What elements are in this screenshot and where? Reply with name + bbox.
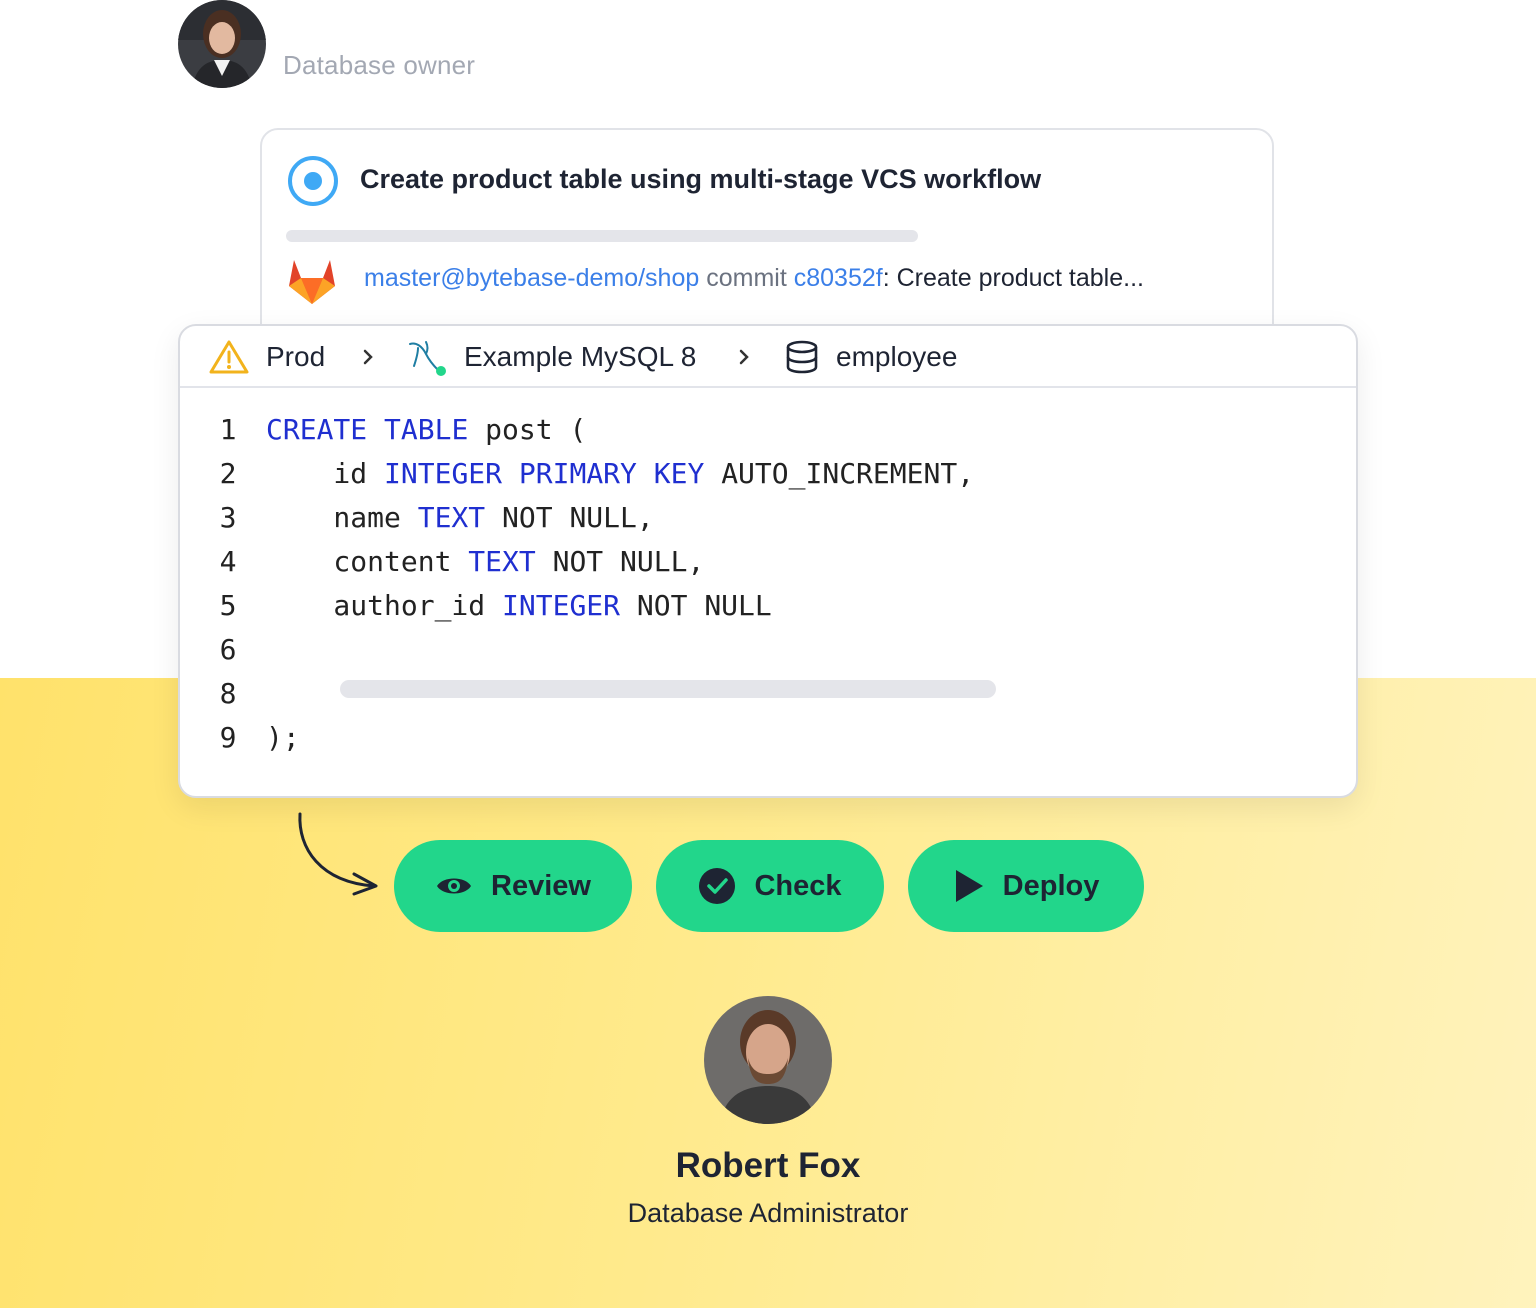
sql-keyword: INTEGER	[384, 457, 503, 490]
owner-avatar-image	[178, 0, 266, 88]
code-text: author_id INTEGER NOT NULL	[266, 584, 772, 628]
sql-keyword: TABLE	[384, 413, 469, 446]
line-number: 2	[219, 457, 237, 490]
line-number: 3	[219, 501, 237, 534]
issue-title[interactable]: Create product table using multi-stage V…	[360, 164, 1041, 195]
owner-label: Database owner	[283, 50, 476, 80]
breadcrumb-instance-label: Example MySQL 8	[464, 341, 697, 372]
commit-word: commit	[706, 264, 787, 292]
check-button-label: Check	[754, 869, 842, 902]
chevron-right-icon	[734, 326, 754, 388]
sql-token: content	[266, 545, 469, 578]
database-icon	[786, 340, 818, 374]
sql-keyword: INTEGER	[502, 589, 621, 622]
breadcrumb-environment[interactable]: Prod	[208, 326, 325, 388]
check-button[interactable]: Check	[656, 840, 884, 932]
deploy-button[interactable]: Deploy	[908, 840, 1144, 932]
commit-message: : Create product table...	[882, 264, 1144, 292]
line-number: 1	[219, 413, 237, 446]
commit-hash-link[interactable]: c80352f	[794, 264, 883, 292]
breadcrumb-environment-label: Prod	[266, 341, 326, 372]
sql-token: id	[266, 457, 385, 490]
check-circle-icon	[699, 868, 736, 904]
sql-keyword: PRIMARY	[518, 457, 637, 490]
sql-token: author_id	[266, 589, 503, 622]
issue-description-placeholder	[286, 230, 918, 242]
admin-role: Database Administrator	[627, 1198, 909, 1228]
sql-keyword: CREATE	[266, 413, 368, 446]
breadcrumb-database[interactable]: employee	[784, 326, 957, 388]
admin-name: Robert Fox	[675, 1146, 861, 1185]
chevron-right-icon	[358, 326, 378, 388]
sql-token: post (	[468, 413, 587, 446]
breadcrumb-database-label: employee	[836, 341, 958, 372]
admin-avatar-image	[704, 996, 832, 1124]
line-number: 8	[219, 677, 237, 710]
status-in-progress-icon	[288, 156, 338, 206]
code-text: );	[266, 716, 300, 760]
sql-token: name	[266, 501, 418, 534]
code-text: CREATE TABLE post (	[266, 408, 586, 452]
line-number: 5	[219, 589, 237, 622]
owner-avatar	[178, 0, 266, 88]
breadcrumb-instance[interactable]: Example MySQL 8	[406, 326, 696, 388]
play-icon	[955, 870, 983, 902]
code-text: id INTEGER PRIMARY KEY AUTO_INCREMENT,	[266, 452, 974, 496]
code-text: name TEXT NOT NULL,	[266, 496, 654, 540]
line-number: 9	[219, 721, 237, 754]
eye-icon	[437, 878, 472, 894]
sql-keyword: TEXT	[417, 501, 486, 534]
code-placeholder	[340, 680, 996, 698]
review-button-label: Review	[491, 869, 591, 902]
curved-arrow-icon	[298, 812, 378, 896]
sql-editor-card: Prod Example MySQL 8 employee 1 CREATE TA…	[178, 324, 1358, 798]
warning-icon	[209, 340, 249, 374]
deploy-button-label: Deploy	[1002, 869, 1100, 902]
admin-avatar	[704, 996, 832, 1124]
code-text: content TEXT NOT NULL,	[266, 540, 704, 584]
breadcrumb: Prod Example MySQL 8 employee	[180, 326, 1356, 388]
line-number: 4	[219, 545, 237, 578]
sql-token: NOT NULL,	[485, 501, 654, 534]
line-number: 6	[219, 633, 237, 666]
review-button[interactable]: Review	[394, 840, 632, 932]
sql-token: NOT NULL	[620, 589, 772, 622]
commit-info: master@bytebase-demo/shop commit c80352f…	[364, 264, 1144, 293]
sql-token: AUTO_INCREMENT,	[704, 457, 975, 490]
sql-keyword: TEXT	[468, 545, 536, 578]
sql-token: NOT NULL,	[535, 545, 705, 578]
commit-branch-link[interactable]: master@bytebase-demo/shop	[364, 264, 699, 292]
gitlab-icon	[289, 260, 335, 304]
mysql-icon	[409, 341, 446, 376]
sql-token: );	[266, 721, 300, 754]
sql-keyword: KEY	[653, 457, 705, 490]
